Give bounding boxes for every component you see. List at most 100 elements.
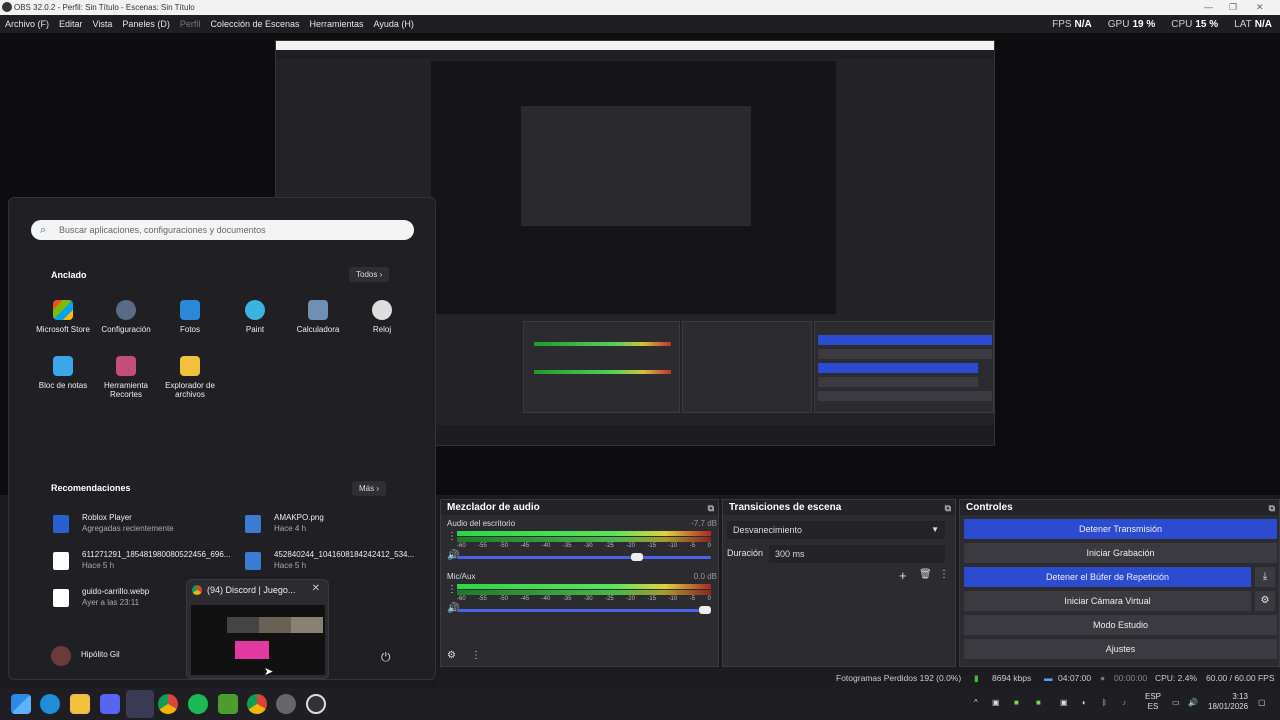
pinned-paint[interactable]: Paint — [222, 300, 288, 334]
all-apps-button[interactable]: Todos › — [349, 267, 390, 282]
nested-transitions-panel — [682, 321, 812, 413]
pinned-reloj[interactable]: Reloj — [349, 300, 415, 334]
maximize-icon[interactable]: ❐ — [1229, 0, 1237, 15]
obs-icon[interactable] — [306, 694, 326, 714]
discord-icon[interactable] — [100, 694, 120, 714]
gear-icon — [116, 300, 136, 320]
settings-gear-icon[interactable] — [276, 694, 296, 714]
cpu-stat: CPU 15 % — [1171, 18, 1219, 30]
menu-perfil[interactable]: Perfil — [175, 19, 206, 29]
channel-menu-icon[interactable]: ⋮ — [447, 584, 457, 595]
trash-icon[interactable]: 🗑 — [919, 569, 932, 580]
slider-knob[interactable] — [699, 606, 711, 614]
taskbar: ^ ▣ ■ ■ ▣ ◐ ᛒ ♪ ESP ES ▭ 🔊 3:13 18/01/2026… — [0, 688, 1280, 720]
scene-transitions-dock: Transiciones de escena ⧉ Desvanecimiento … — [722, 499, 956, 667]
notepad-icon — [53, 356, 73, 376]
tray-app-icon[interactable]: ▣ — [992, 698, 1000, 707]
file-icon — [53, 589, 69, 607]
preview-thumbnail — [191, 605, 325, 675]
popout-icon[interactable]: ⧉ — [1269, 501, 1275, 516]
close-icon[interactable]: ✕ — [1256, 0, 1264, 15]
duration-field[interactable]: 300 ms — [769, 545, 945, 563]
popout-icon[interactable]: ⧉ — [945, 501, 951, 516]
popout-icon[interactable]: ⧉ — [708, 501, 714, 516]
stop-replay-buffer-button[interactable]: Detener el Búfer de Repetición — [964, 567, 1251, 587]
add-transition-icon[interactable]: + — [899, 568, 907, 583]
microphone-icon[interactable]: ♪ — [1122, 698, 1126, 707]
stop-stream-button[interactable]: Detener Transmisión — [964, 519, 1277, 539]
menu-vista[interactable]: Vista — [88, 19, 118, 29]
menu-herramientas[interactable]: Herramientas — [305, 19, 369, 29]
steam-icon[interactable] — [126, 690, 154, 718]
stream-icon: ▬ — [1044, 673, 1053, 683]
minecraft-icon[interactable] — [218, 694, 238, 714]
level-meter — [457, 584, 711, 589]
preview-title: (94) Discord | Juego... — [207, 585, 296, 595]
studio-mode-button[interactable]: Modo Estudio — [964, 615, 1277, 635]
roblox-icon — [53, 515, 69, 533]
save-replay-icon[interactable]: ⤓ — [1255, 567, 1275, 587]
nvidia-icon[interactable]: ■ — [1014, 698, 1019, 707]
minimize-icon[interactable]: — — [1204, 0, 1213, 15]
spotify-icon[interactable] — [188, 694, 208, 714]
pinned-fotos[interactable]: Fotos — [157, 300, 223, 334]
slider-knob[interactable] — [631, 553, 644, 561]
pinned-calculadora[interactable]: Calculadora — [285, 300, 351, 334]
meter-scale: -60 -55 -50 -45 -40 -35 -30 -25 -20 -15 -10 -5 0 — [457, 543, 711, 549]
close-icon[interactable]: ✕ — [312, 583, 320, 594]
mixer-channel-mic: Mic/Aux 0.0 dB — [447, 572, 717, 581]
mixer-menu-icon[interactable]: ⋮ — [471, 650, 481, 661]
tray-app-icon[interactable]: ▣ — [1060, 698, 1068, 707]
settings-button[interactable]: Ajustes — [964, 639, 1277, 659]
virtual-camera-settings-icon[interactable]: ⚙ — [1255, 591, 1275, 611]
pinned-explorador[interactable]: Explorador de archivos — [157, 356, 223, 399]
pinned-configuracion[interactable]: Configuración — [93, 300, 159, 334]
menu-coleccion-escenas[interactable]: Colección de Escenas — [205, 19, 304, 29]
windows-start-icon[interactable] — [11, 694, 31, 714]
level-meter — [457, 537, 711, 542]
discord-window-preview[interactable]: (94) Discord | Juego... ✕ — [186, 579, 329, 679]
advanced-audio-icon[interactable]: ⚙ — [447, 650, 456, 661]
avatar — [51, 646, 71, 666]
network-icon[interactable]: ▭ — [1172, 698, 1180, 707]
chrome-icon — [192, 585, 202, 595]
power-icon[interactable]: ⏻ — [381, 650, 391, 665]
transition-menu-icon[interactable]: ⋮ — [939, 569, 949, 580]
photos-icon — [180, 300, 200, 320]
tray-app-icon[interactable]: ■ — [1036, 698, 1041, 707]
clock[interactable]: 3:13 18/01/2026 — [1208, 692, 1248, 712]
chrome-icon[interactable] — [247, 694, 267, 714]
window-titlebar: OBS 32.0.2 - Perfil: Sin Título - Escena… — [0, 0, 1280, 15]
language-indicator[interactable]: ESP ES — [1145, 692, 1161, 712]
start-virtual-camera-button[interactable]: Iniciar Cámara Virtual — [964, 591, 1251, 611]
mixer-header: Mezclador de audio ⧉ — [441, 500, 718, 515]
channel-menu-icon[interactable]: ⋮ — [447, 531, 457, 542]
edge-icon[interactable] — [40, 694, 60, 714]
bluetooth-icon[interactable]: ᛒ — [1102, 698, 1107, 707]
start-search-input[interactable]: ⌕ Buscar aplicaciones, configuraciones y… — [31, 220, 414, 240]
chrome-icon[interactable] — [158, 694, 178, 714]
more-button[interactable]: Más › — [352, 481, 387, 496]
volume-icon[interactable]: 🔊 — [1188, 698, 1198, 707]
volume-slider-desktop[interactable] — [457, 553, 711, 561]
menu-archivo[interactable]: Archivo (F) — [0, 19, 54, 29]
nested-button — [818, 335, 992, 345]
pinned-microsoft-store[interactable]: Microsoft Store — [30, 300, 96, 334]
pinned-herramienta-recortes[interactable]: Herramienta Recortes — [93, 356, 159, 399]
volume-slider-mic[interactable] — [457, 606, 711, 614]
notifications-icon[interactable]: ▢ — [1258, 698, 1266, 707]
menu-editar[interactable]: Editar — [54, 19, 88, 29]
nested-button — [818, 363, 978, 373]
tray-app-icon[interactable]: ◐ — [1082, 698, 1087, 707]
chevron-up-icon[interactable]: ^ — [974, 698, 978, 707]
status-bar: Fotogramas Perdidos 192 (0.0%) ▮ 8694 kb… — [438, 668, 1280, 688]
transition-select[interactable]: Desvanecimiento ▼ — [727, 521, 945, 539]
user-account[interactable]: Hipólito Gil — [51, 646, 120, 666]
folder-icon[interactable] — [70, 694, 90, 714]
nested-controls-panel — [814, 321, 994, 413]
start-recording-button[interactable]: Iniciar Grabación — [964, 543, 1277, 563]
menu-paneles[interactable]: Paneles (D) — [117, 19, 175, 29]
meter-scale: -60 -55 -50 -45 -40 -35 -30 -25 -20 -15 -10 -5 0 — [457, 596, 711, 602]
pinned-bloc-de-notas[interactable]: Bloc de notas — [30, 356, 96, 390]
menu-ayuda[interactable]: Ayuda (H) — [369, 19, 419, 29]
